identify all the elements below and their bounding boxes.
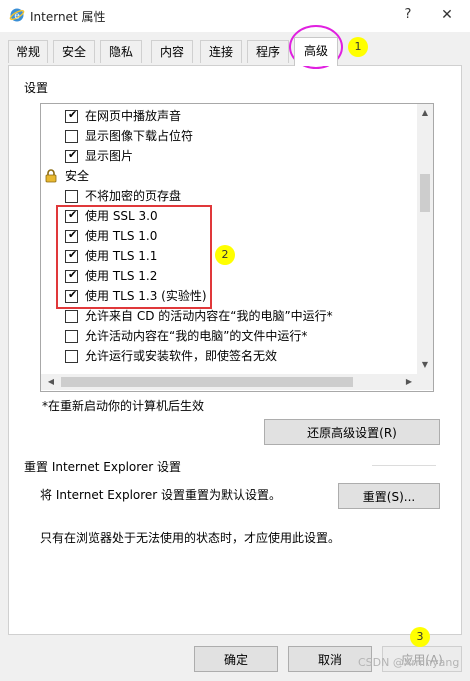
tab-general[interactable]: 常规 — [8, 40, 48, 63]
lock-icon — [45, 169, 57, 183]
reset-button[interactable]: 重置(S)... — [338, 483, 440, 509]
internet-explorer-icon: e — [9, 8, 25, 22]
scroll-down-icon[interactable]: ▼ — [417, 358, 433, 372]
reset-description: 将 Internet Explorer 设置重置为默认设置。 — [40, 488, 282, 502]
tab-connections[interactable]: 连接 — [200, 40, 242, 63]
scroll-left-icon[interactable]: ◀ — [43, 374, 59, 390]
list-item-label: 允许来自 CD 的活动内容在“我的电脑”中运行* — [85, 309, 333, 323]
list-item-label: 不将加密的页存盘 — [85, 189, 182, 203]
annotation-highlight-box — [56, 205, 212, 309]
group-divider — [372, 465, 436, 466]
category-label: 安全 — [65, 169, 90, 183]
list-item-label: 显示图像下载占位符 — [85, 129, 194, 143]
restore-advanced-button[interactable]: 还原高级设置(R) — [264, 419, 440, 445]
check-icon: ✔ — [68, 108, 78, 121]
tab-programs[interactable]: 程序 — [247, 40, 289, 63]
checkbox[interactable] — [65, 130, 78, 143]
tab-advanced[interactable]: 高级 — [294, 37, 338, 66]
list-item-label: 在网页中播放声音 — [85, 109, 182, 123]
annotation-badge-2: 2 — [215, 245, 235, 265]
ok-button[interactable]: 确定 — [194, 646, 278, 672]
list-item-label: 允许活动内容在“我的电脑”的文件中运行* — [85, 329, 308, 343]
reset-note: 只有在浏览器处于无法使用的状态时，才应使用此设置。 — [40, 531, 341, 545]
reset-heading: 重置 Internet Explorer 设置 — [24, 460, 182, 474]
close-button[interactable]: ✕ — [434, 4, 460, 26]
list-item-label: 允许运行或安装软件，即使签名无效 — [85, 349, 278, 363]
checkbox[interactable] — [65, 310, 78, 323]
title-bar: e Internet 属性 ? ✕ — [0, 0, 470, 32]
watermark: CSDN @Xminyang — [358, 656, 460, 669]
restart-note: *在重新启动你的计算机后生效 — [42, 399, 205, 413]
checkbox[interactable] — [65, 190, 78, 203]
checkbox[interactable]: ✔ — [65, 148, 78, 163]
tab-security[interactable]: 安全 — [53, 40, 95, 63]
checkbox[interactable] — [65, 330, 78, 343]
annotation-badge-3: 3 — [410, 627, 430, 647]
tab-content[interactable]: 内容 — [151, 40, 193, 63]
list-item-label: 显示图片 — [85, 149, 134, 163]
settings-group-label: 设置 — [24, 81, 49, 95]
checkbox[interactable] — [65, 350, 78, 363]
vertical-scrollbar[interactable]: ▲ ▼ — [417, 104, 433, 374]
scrollbar-corner — [417, 374, 433, 390]
horizontal-scroll-thumb[interactable] — [61, 377, 353, 387]
svg-text:e: e — [14, 12, 20, 22]
help-button[interactable]: ? — [396, 4, 420, 26]
scroll-right-icon[interactable]: ▶ — [401, 374, 417, 390]
window-title: Internet 属性 — [30, 10, 106, 24]
scroll-up-icon[interactable]: ▲ — [417, 106, 433, 120]
vertical-scroll-thumb[interactable] — [420, 174, 430, 212]
tab-privacy[interactable]: 隐私 — [100, 40, 142, 63]
horizontal-scrollbar[interactable]: ◀ ▶ — [41, 374, 417, 390]
annotation-badge-1: 1 — [348, 37, 368, 57]
checkbox[interactable]: ✔ — [65, 108, 78, 123]
check-icon: ✔ — [68, 148, 78, 161]
